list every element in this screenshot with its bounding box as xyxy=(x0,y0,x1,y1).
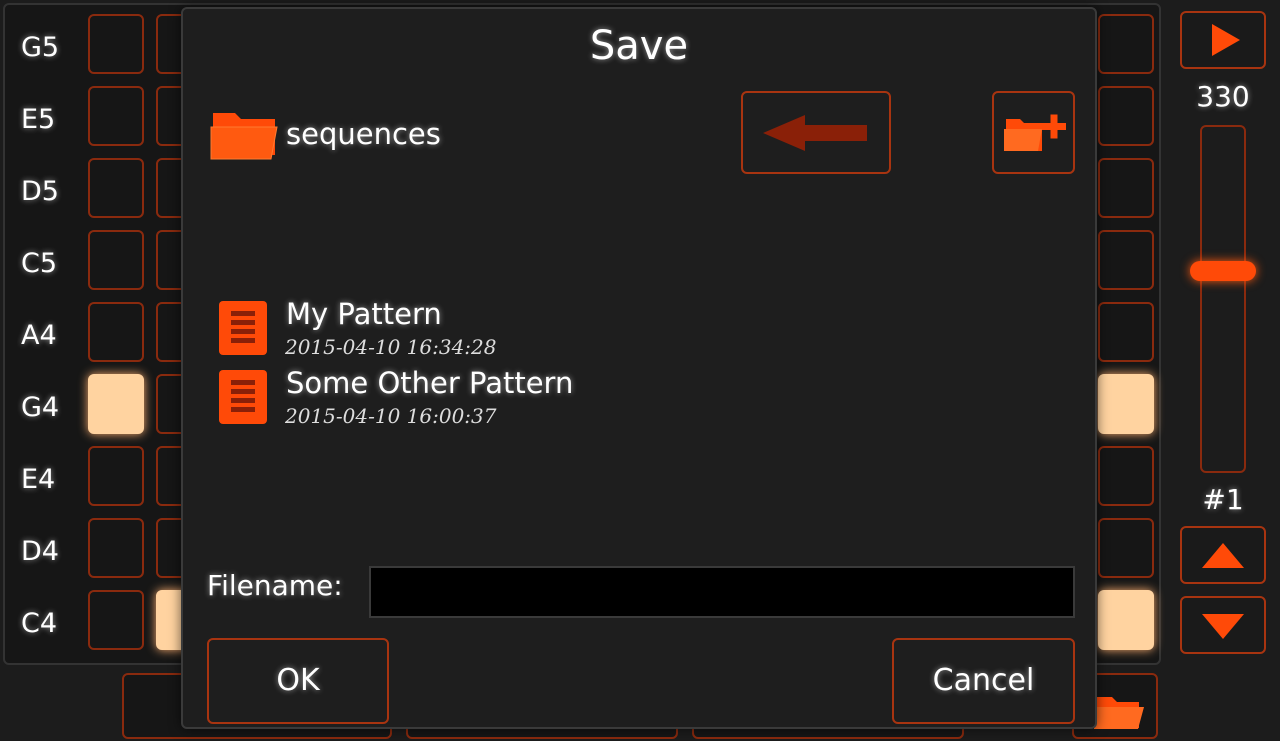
tempo-value: 330 xyxy=(1196,80,1250,113)
step-cell-active[interactable] xyxy=(88,374,144,434)
step-cell[interactable] xyxy=(1098,302,1154,362)
step-cell[interactable] xyxy=(1098,14,1154,74)
step-cell[interactable] xyxy=(88,518,144,578)
ok-button[interactable]: OK xyxy=(207,638,389,724)
tempo-slider-thumb[interactable] xyxy=(1190,261,1256,281)
file-date: 2015-04-10 16:00:37 xyxy=(285,404,497,428)
file-icon xyxy=(219,370,267,424)
folder-icon xyxy=(209,107,281,167)
note-label: E4 xyxy=(21,464,56,495)
note-label: C5 xyxy=(21,248,58,279)
file-icon xyxy=(219,301,267,355)
step-cell-active[interactable] xyxy=(1098,374,1154,434)
back-arrow-icon xyxy=(763,115,867,151)
dialog-title: Save xyxy=(589,23,689,69)
tempo-slider[interactable] xyxy=(1190,125,1256,473)
note-label: G5 xyxy=(21,32,60,63)
note-label: C4 xyxy=(21,608,58,639)
step-cell[interactable] xyxy=(88,590,144,650)
play-button[interactable] xyxy=(1180,11,1266,69)
step-cell[interactable] xyxy=(88,86,144,146)
step-cell[interactable] xyxy=(88,446,144,506)
step-cell[interactable] xyxy=(88,158,144,218)
note-label: A4 xyxy=(21,320,57,351)
step-cell[interactable] xyxy=(88,302,144,362)
pattern-down-button[interactable] xyxy=(1180,596,1266,654)
file-date: 2015-04-10 16:34:28 xyxy=(285,335,497,359)
step-cell[interactable] xyxy=(1098,158,1154,218)
pattern-number: #1 xyxy=(1202,483,1244,516)
play-icon xyxy=(1212,24,1240,56)
file-item[interactable]: My Pattern 2015-04-10 16:34:28 xyxy=(213,297,813,365)
current-folder-name: sequences xyxy=(286,117,441,151)
note-label: D5 xyxy=(21,176,59,207)
step-cell-active[interactable] xyxy=(1098,590,1154,650)
file-item[interactable]: Some Other Pattern 2015-04-10 16:00:37 xyxy=(213,366,813,434)
step-cell[interactable] xyxy=(88,14,144,74)
step-cell[interactable] xyxy=(1098,518,1154,578)
step-cell[interactable] xyxy=(88,230,144,290)
step-cell[interactable] xyxy=(1098,230,1154,290)
filename-label: Filename: xyxy=(207,569,343,602)
down-arrow-icon xyxy=(1202,614,1244,639)
save-dialog: Save sequences My Pattern 2015-04-10 16:… xyxy=(181,7,1097,729)
up-arrow-icon xyxy=(1202,543,1244,568)
new-folder-button[interactable] xyxy=(992,91,1075,174)
file-name: My Pattern xyxy=(286,297,442,331)
note-label: E5 xyxy=(21,104,56,135)
back-button[interactable] xyxy=(741,91,891,174)
step-cell[interactable] xyxy=(1098,86,1154,146)
pattern-up-button[interactable] xyxy=(1180,526,1266,584)
new-folder-icon xyxy=(1004,114,1066,151)
file-name: Some Other Pattern xyxy=(286,366,574,400)
step-cell[interactable] xyxy=(1098,446,1154,506)
note-label: G4 xyxy=(21,392,60,423)
transport-panel: 330 #1 xyxy=(1170,0,1280,736)
cancel-button[interactable]: Cancel xyxy=(892,638,1075,724)
note-label: D4 xyxy=(21,536,59,567)
filename-input[interactable] xyxy=(369,566,1075,618)
